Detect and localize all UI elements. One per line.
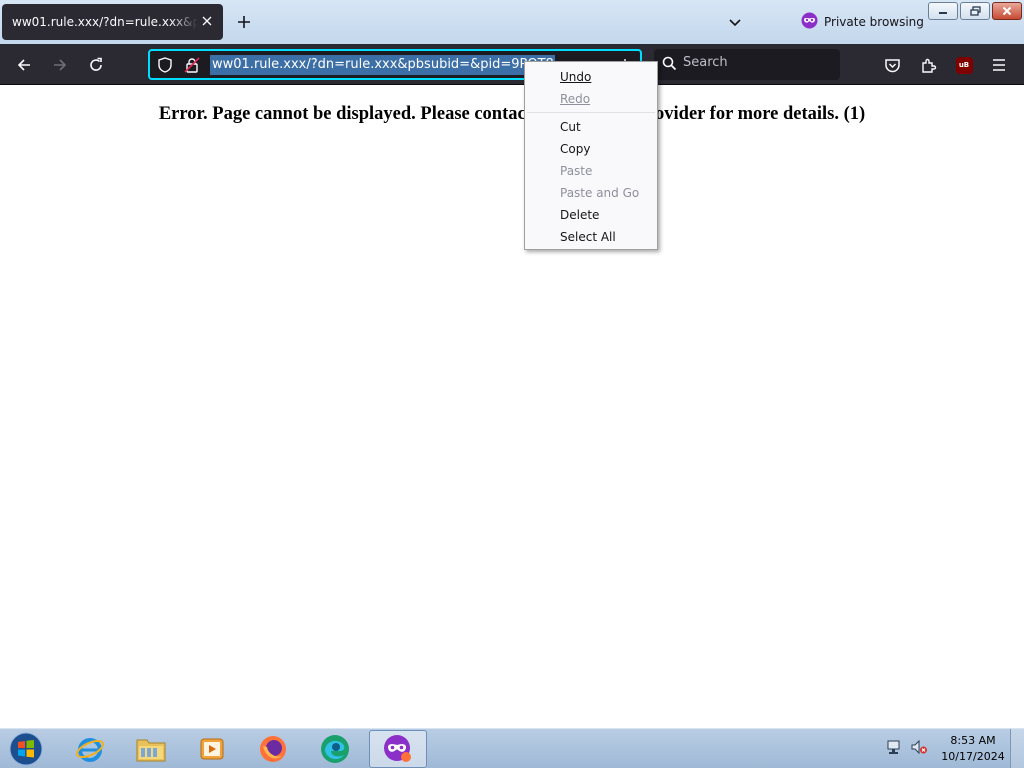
menu-item-select-all[interactable]: Select All	[525, 226, 657, 248]
reload-button[interactable]	[82, 51, 110, 79]
new-tab-button[interactable]	[232, 10, 256, 34]
volume-muted-icon[interactable]	[910, 739, 928, 759]
forward-button[interactable]	[46, 51, 74, 79]
menu-item-copy[interactable]: Copy	[525, 138, 657, 160]
url-context-menu: Undo Redo Cut Copy Paste Paste and Go De…	[524, 61, 658, 250]
shield-icon[interactable]	[156, 56, 174, 74]
menu-item-label: Paste and Go	[560, 186, 640, 200]
menu-separator	[527, 112, 655, 113]
menu-item-label: Select All	[560, 230, 616, 244]
restore-button[interactable]	[960, 2, 990, 20]
menu-item-cut[interactable]: Cut	[525, 116, 657, 138]
edge-icon[interactable]	[306, 730, 364, 768]
taskbar: 8:53 AM 10/17/2024	[0, 728, 1024, 768]
url-text[interactable]: ww01.rule.xxx/?dn=rule.xxx&pbsubid=&pid=…	[210, 55, 555, 75]
chevron-down-icon[interactable]	[723, 10, 747, 34]
search-placeholder: Search	[683, 55, 728, 70]
clock-date: 10/17/2024	[941, 750, 1005, 763]
close-window-button[interactable]	[992, 2, 1022, 20]
network-icon[interactable]	[886, 739, 904, 759]
clock-time: 8:53 AM	[950, 734, 996, 747]
pocket-icon[interactable]	[878, 51, 906, 79]
search-input[interactable]: Search	[654, 49, 840, 80]
private-mask-icon	[801, 12, 818, 32]
menu-icon[interactable]	[985, 51, 1013, 79]
navigation-toolbar: ww01.rule.xxx/?dn=rule.xxx&pbsubid=&pid=…	[0, 44, 1024, 85]
media-player-icon[interactable]	[183, 730, 241, 768]
search-icon	[662, 56, 677, 75]
menu-item-paste[interactable]: Paste	[525, 160, 657, 182]
firefox-icon[interactable]	[244, 730, 302, 768]
private-browsing-label: Private browsing	[824, 15, 924, 29]
tab-title: ww01.rule.xxx/?dn=rule.xxx&pbsubid=&pid=…	[12, 15, 198, 29]
window-controls	[928, 2, 1022, 20]
firefox-private-icon[interactable]	[369, 730, 427, 768]
show-desktop-button[interactable]	[1010, 729, 1024, 768]
menu-item-delete[interactable]: Delete	[525, 204, 657, 226]
system-tray	[886, 729, 928, 768]
error-message: Error. Page cannot be displayed. Please …	[158, 104, 866, 124]
menu-item-label: Undo	[560, 70, 592, 84]
menu-item-label: Delete	[560, 208, 600, 222]
menu-item-label: Redo	[560, 92, 591, 106]
minimize-button[interactable]	[928, 2, 958, 20]
internet-explorer-icon[interactable]	[61, 730, 119, 768]
extensions-icon[interactable]	[914, 51, 942, 79]
close-icon[interactable]	[199, 13, 215, 29]
menu-item-redo[interactable]: Redo	[525, 88, 657, 110]
tab-strip: ww01.rule.xxx/?dn=rule.xxx&pbsubid=&pid=…	[0, 0, 1024, 44]
menu-item-undo[interactable]: Undo	[525, 66, 657, 88]
file-explorer-icon[interactable]	[122, 730, 180, 768]
menu-item-label: Cut	[560, 120, 581, 134]
tab-active[interactable]: ww01.rule.xxx/?dn=rule.xxx&pbsubid=&pid=…	[2, 4, 223, 40]
start-button[interactable]	[6, 730, 46, 768]
back-button[interactable]	[10, 51, 38, 79]
page-content: Error. Page cannot be displayed. Please …	[0, 86, 1024, 728]
lock-icon[interactable]	[183, 56, 201, 74]
menu-item-paste-and-go[interactable]: Paste and Go	[525, 182, 657, 204]
menu-item-label: Copy	[560, 142, 591, 156]
ublock-origin-icon[interactable]: uB	[950, 51, 978, 79]
system-clock[interactable]: 8:53 AM 10/17/2024	[940, 733, 1006, 765]
private-browsing-indicator: Private browsing	[801, 12, 924, 32]
menu-item-label: Paste	[560, 164, 593, 178]
